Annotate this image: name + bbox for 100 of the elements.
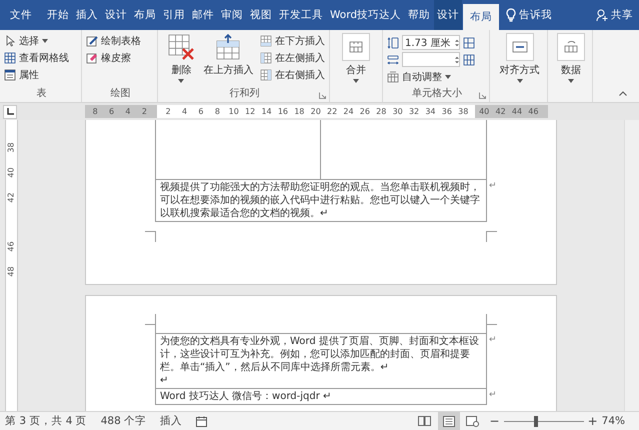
merge-cells-icon <box>342 33 370 61</box>
ruler-number: 46 <box>6 241 17 252</box>
lightbulb-icon <box>506 8 516 22</box>
alignment-button[interactable]: 对齐方式 <box>494 33 545 83</box>
ribbon-tab[interactable]: 设计 <box>434 0 462 30</box>
tell-me-button[interactable]: 告诉我 <box>506 0 552 30</box>
cell-alignment-icon <box>506 33 534 61</box>
grid-icon <box>4 52 16 64</box>
ruler-number: 18 <box>293 107 306 116</box>
vertical-scrollbar[interactable] <box>624 120 639 411</box>
insert-right-button[interactable]: 在右侧插入 <box>260 67 327 83</box>
ruler-number: 44 <box>510 107 524 116</box>
insert-row-above-icon <box>214 33 242 61</box>
ruler-number: 2 <box>140 107 148 116</box>
draw-table-button[interactable]: 绘制表格 <box>86 33 155 49</box>
ribbon-tab[interactable]: 布局 <box>131 0 159 30</box>
ruler-number: 4 <box>124 107 132 116</box>
zoom-percentage[interactable]: 74% <box>602 415 625 427</box>
row-end-mark: ↵ <box>489 180 497 192</box>
zoom-slider-thumb[interactable] <box>534 416 538 426</box>
insert-below-button[interactable]: 在下方插入 <box>260 33 327 49</box>
ruler-number: 28 <box>375 107 388 116</box>
column-width-icon <box>387 54 399 66</box>
left-tab-icon <box>6 108 14 115</box>
ribbon-tab[interactable]: 开发工具 <box>276 0 326 30</box>
data-button[interactable]: 数据 <box>552 33 590 83</box>
ruler-number: 4 <box>181 107 188 116</box>
ribbon-tab[interactable]: Word技巧达人 <box>327 0 404 30</box>
ruler-number: 40 <box>478 107 490 116</box>
insert-mode[interactable]: 插入 <box>160 414 182 428</box>
column-width-field[interactable] <box>402 52 460 67</box>
ruler-number: 38 <box>457 107 470 116</box>
cell-paragraph: 为使您的文档具有专业外观，Word 提供了页眉、页脚、封面和文本框设计，这些设计可互为补充。例如，您可以添加匹配的封面、页眉和提要栏。单击“插入”，然后从不同库中选择所需元素。↵ <box>160 335 480 374</box>
ruler-number: 22 <box>326 107 338 116</box>
ruler-number: 20 <box>310 107 322 116</box>
ribbon-tab[interactable]: 布局 <box>463 4 499 30</box>
web-layout-icon <box>466 416 480 426</box>
zoom-out-button[interactable]: − <box>490 414 500 428</box>
ruler-number: 46 <box>527 107 540 116</box>
table-delete-icon <box>167 33 196 61</box>
ruler-number: 10 <box>228 107 240 116</box>
row-end-mark: ↵ <box>489 334 497 346</box>
ruler-number: 32 <box>408 107 420 116</box>
person-icon <box>596 9 608 21</box>
insert-above-button[interactable]: 在上方插入 <box>200 33 256 77</box>
dialog-launcher-icon[interactable] <box>479 92 486 99</box>
cell-paragraph: 视频提供了功能强大的方法帮助您证明您的观点。当您单击联机视频时，可以在想要添加的视频的嵌入代码中进行粘贴。您也可以键入一个关键字以联机搜索最适合您的文档的视频。↵ <box>160 181 481 220</box>
word-count[interactable]: 488 个字 <box>100 414 146 428</box>
properties-button[interactable]: 属性 <box>4 67 79 83</box>
caret-icon <box>42 39 48 43</box>
view-gridlines-button[interactable]: 查看网格线 <box>4 50 79 66</box>
cursor-icon <box>4 35 16 47</box>
data-icon <box>557 33 585 61</box>
caret-icon <box>516 79 522 83</box>
share-label: 共享 <box>611 8 633 22</box>
ribbon-tab[interactable]: 插入 <box>73 0 101 30</box>
ruler-number: 42 <box>494 107 507 116</box>
ribbon-tab[interactable]: 设计 <box>102 0 130 30</box>
distribute-rows-icon[interactable] <box>463 36 475 48</box>
ruler-number: 2 <box>164 107 172 116</box>
collapse-ribbon-icon[interactable] <box>619 91 627 96</box>
select-button[interactable]: 选择 <box>4 33 79 49</box>
read-mode-icon <box>418 416 432 426</box>
eraser-icon <box>86 52 98 64</box>
autofit-icon <box>387 71 399 83</box>
ruler-number: 24 <box>342 107 355 116</box>
cell-paragraph: Word 技巧达人 微信号：word-jqdr ↵ <box>160 390 332 403</box>
group-label: 单元格大小 <box>411 88 463 102</box>
share-button[interactable]: 共享 <box>596 0 633 30</box>
insert-column-left-icon <box>260 52 272 64</box>
view-button[interactable] <box>438 412 460 430</box>
group-label: 表 <box>36 88 48 101</box>
delete-button[interactable]: 删除 <box>162 33 201 83</box>
distribute-columns-icon[interactable] <box>463 54 475 66</box>
table-properties-icon <box>4 69 16 81</box>
autofit-button[interactable]: 自动调整 <box>387 69 487 85</box>
insert-row-below-icon <box>260 35 272 47</box>
insert-column-right-icon <box>260 69 272 81</box>
caret-icon <box>568 79 574 83</box>
ribbon-tab[interactable]: 视图 <box>247 0 275 30</box>
ribbon-tab[interactable]: 开始 <box>44 0 72 30</box>
insert-left-button[interactable]: 在左侧插入 <box>260 50 327 66</box>
row-height-field[interactable]: 1.73 厘米 <box>402 35 460 50</box>
dialog-launcher-icon[interactable] <box>319 92 326 99</box>
ribbon-tab[interactable]: 引用 <box>160 0 188 30</box>
merge-button[interactable]: 合并 <box>334 33 378 83</box>
caret-icon <box>353 79 359 83</box>
spinner-icon <box>455 54 459 64</box>
tab-selector-button[interactable] <box>3 104 17 118</box>
spinner-icon <box>455 38 459 48</box>
ribbon-tab[interactable]: 文件 <box>2 0 40 30</box>
ribbon-tab[interactable]: 帮助 <box>405 0 433 30</box>
eraser-button[interactable]: 橡皮擦 <box>86 50 155 66</box>
page-count[interactable]: 第 3 页，共 4 页 <box>5 414 87 428</box>
ruler-number: 12 <box>244 107 256 116</box>
ruler-number: 42 <box>6 192 17 203</box>
ribbon-tab[interactable]: 邮件 <box>189 0 217 30</box>
ruler-number: 38 <box>6 142 17 153</box>
zoom-in-button[interactable]: + <box>588 414 598 428</box>
ribbon-tab[interactable]: 审阅 <box>218 0 246 30</box>
